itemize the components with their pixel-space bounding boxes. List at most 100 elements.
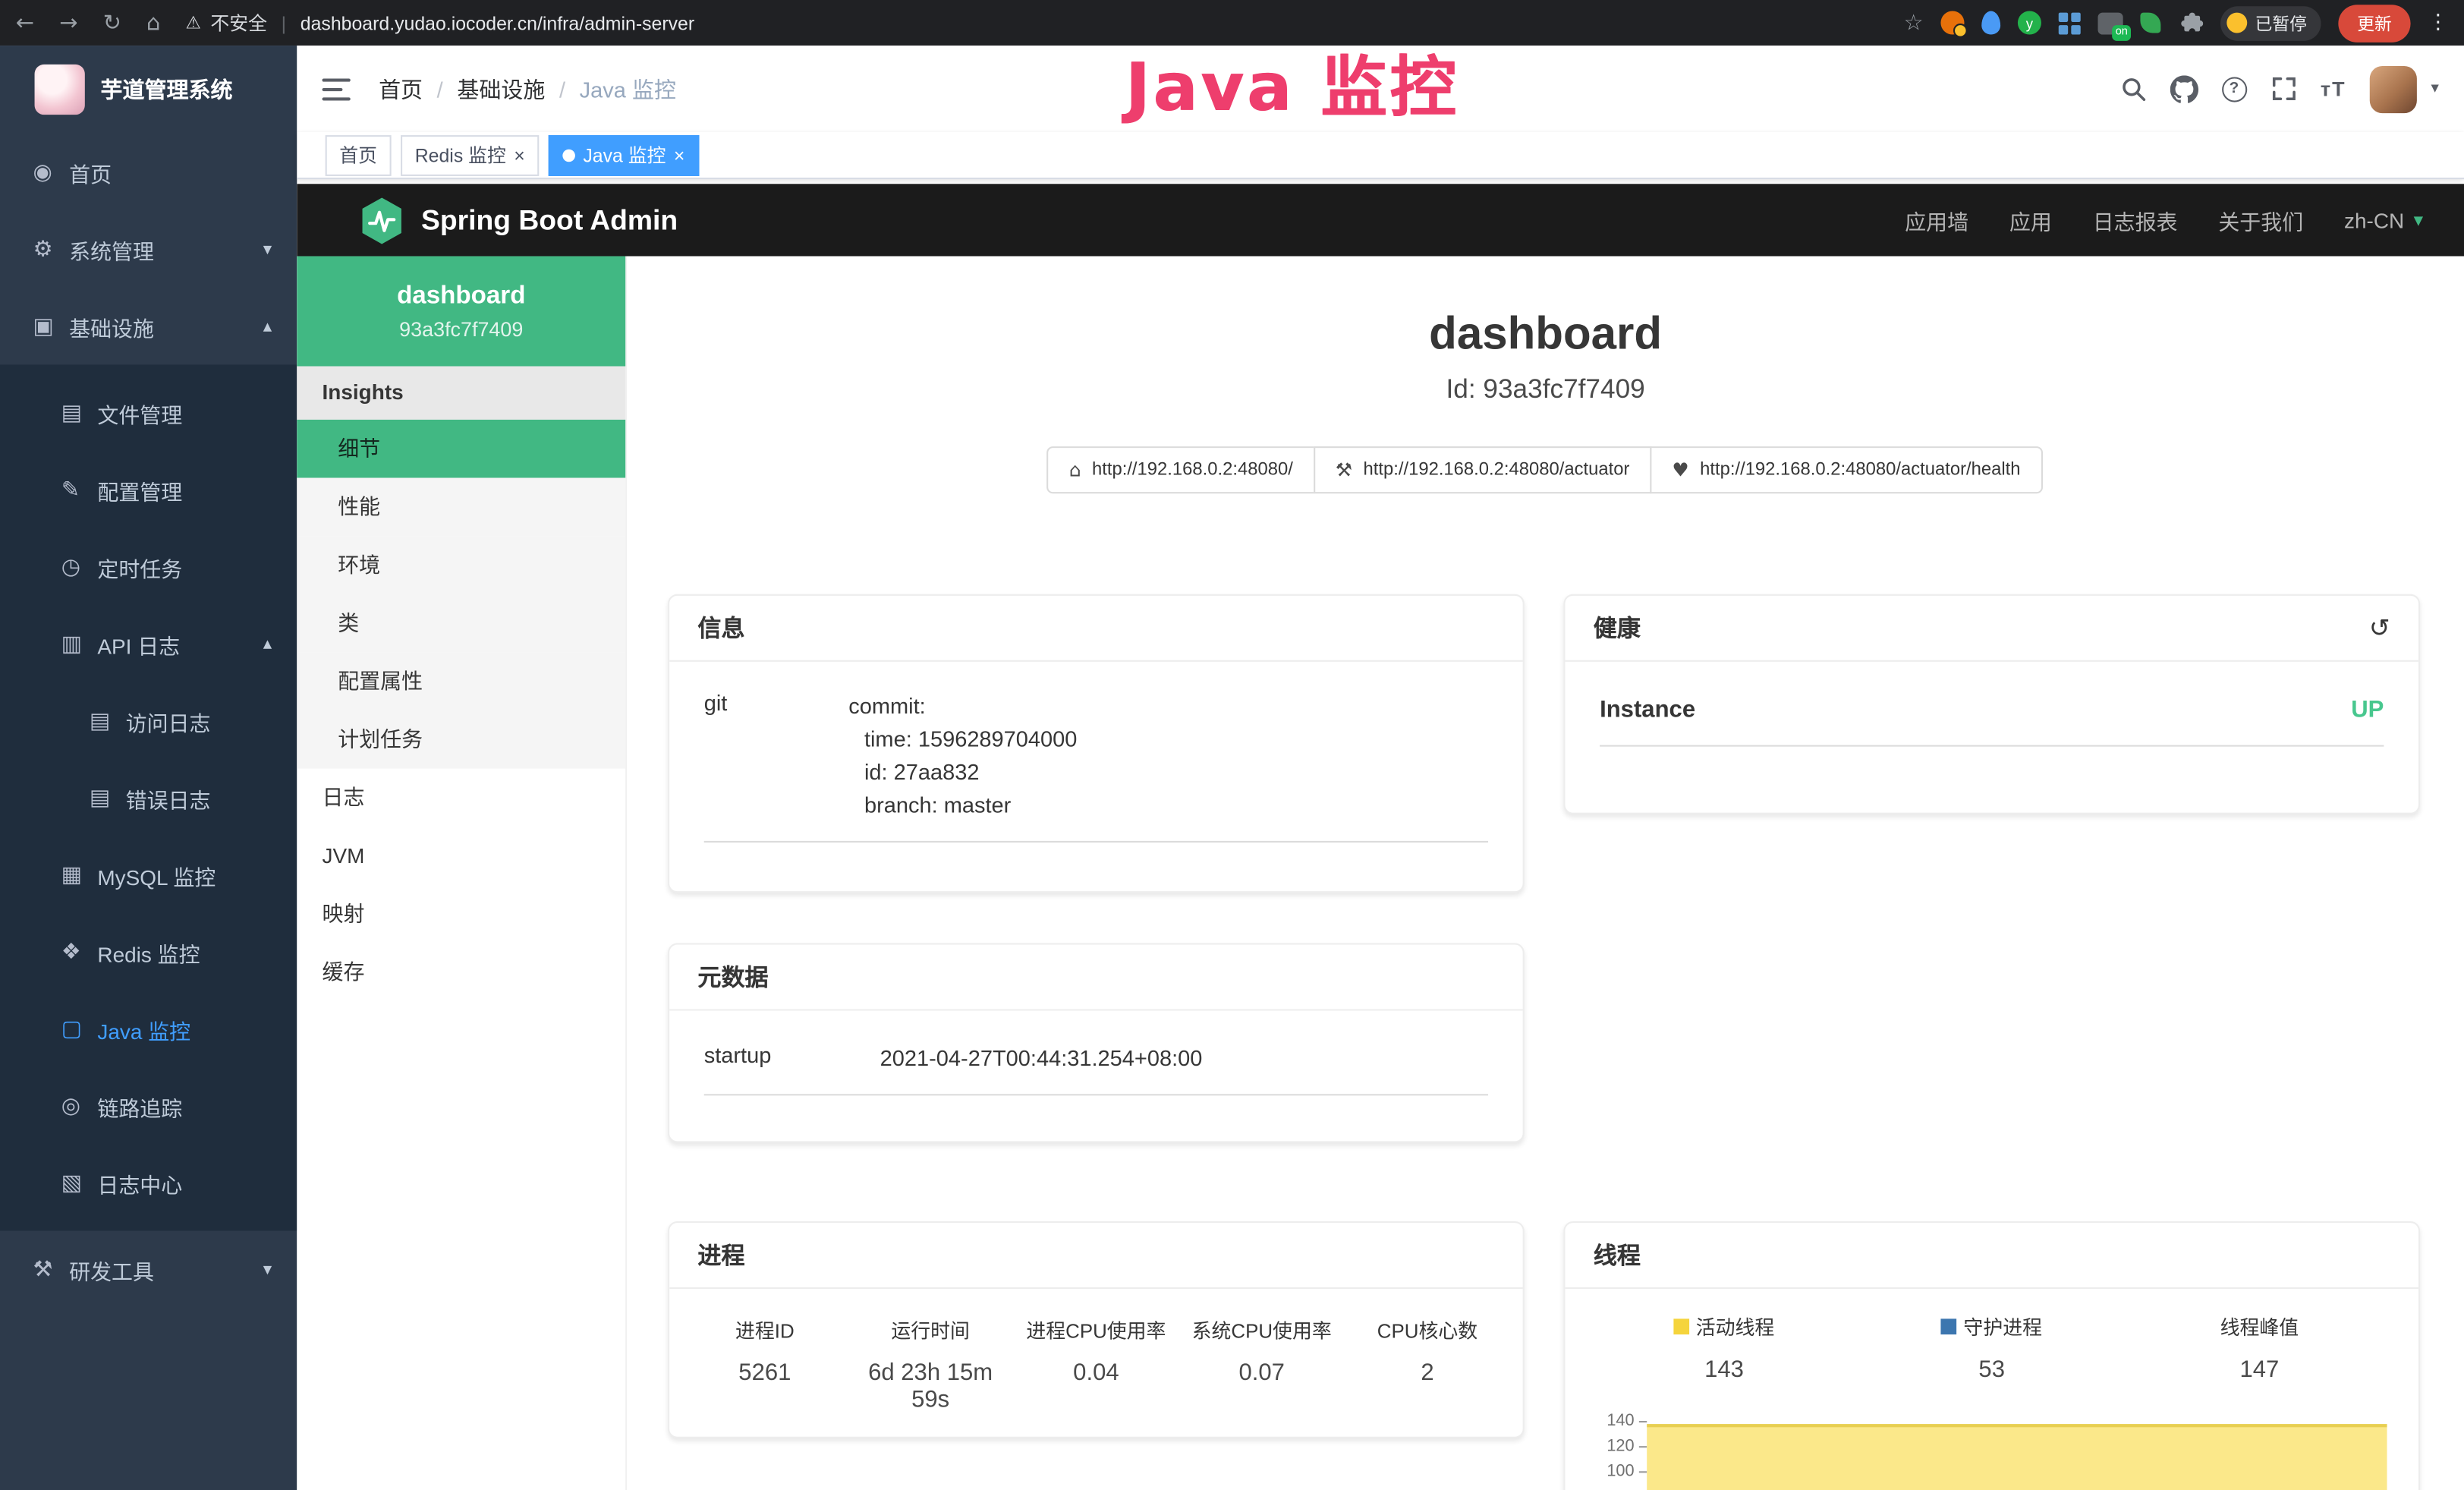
service-url-button[interactable]: ⌂ http://192.168.0.2:48080/	[1047, 446, 1315, 493]
reload-icon[interactable]: ↻	[103, 10, 121, 35]
sba-nav-journal[interactable]: 日志报表	[2093, 204, 2178, 235]
app-logo-row[interactable]: 芋道管理系统	[0, 46, 297, 134]
extension-icon-orange[interactable]	[1940, 11, 1964, 34]
breadcrumb: 首页 / 基础设施 / Java 监控	[379, 73, 676, 104]
browser-menu-icon[interactable]: ⋮	[2428, 11, 2448, 34]
process-col-pid: 进程ID 5261	[682, 1314, 848, 1413]
sba-item-mappings[interactable]: 映射	[297, 885, 625, 943]
threads-chart: 140 120 100	[1591, 1408, 2393, 1490]
sidebar-item-access-logs[interactable]: ▤ 访问日志	[0, 682, 297, 759]
breadcrumb-infrastructure[interactable]: 基础设施	[457, 73, 545, 104]
sidebar-item-dev-tools[interactable]: ⚒ 研发工具 ▾	[0, 1230, 297, 1307]
sidebar-item-label: 系统管理	[69, 234, 154, 265]
user-avatar[interactable]	[2370, 65, 2417, 112]
metadata-row-startup: startup 2021-04-27T00:44:31.254+08:00	[704, 1042, 1488, 1095]
file-icon: ▤	[61, 400, 98, 425]
legend-label: 守护进程	[1963, 1311, 2042, 1340]
security-label[interactable]: 不安全	[210, 9, 267, 36]
actuator-url-button[interactable]: ⚒ http://192.168.0.2:48080/actuator	[1314, 446, 1652, 493]
sidebar-item-scheduled-jobs[interactable]: ◷ 定时任务	[0, 528, 297, 605]
health-card: 健康 ↺ Instance UP	[1563, 594, 2420, 814]
sidebar-item-system-management[interactable]: ⚙ 系统管理 ▾	[0, 210, 297, 287]
back-icon[interactable]: ←	[16, 10, 34, 35]
legend-label: 活动线程	[1696, 1311, 1775, 1340]
browser-home-icon[interactable]: ⌂	[146, 10, 160, 35]
sba-body: dashboard 93a3fc7f7409 Insights 细节 性能 环境…	[297, 257, 2464, 1490]
sidebar-item-label: MySQL 监控	[97, 859, 216, 890]
extension-icon-leaf[interactable]	[2140, 13, 2160, 33]
timer-icon: ◷	[61, 554, 98, 579]
sba-locale-select[interactable]: zh-CN ▾	[2344, 208, 2423, 232]
warning-icon: ⚠	[186, 13, 201, 33]
avatar-caret-icon[interactable]: ▾	[2431, 80, 2438, 98]
sidebar-item-infrastructure[interactable]: ▣ 基础设施 ▴	[0, 288, 297, 364]
profile-paused-badge[interactable]: 已暂停	[2220, 5, 2321, 40]
sidebar-item-label: 日志中心	[97, 1167, 182, 1199]
hamburger-icon[interactable]	[323, 78, 351, 100]
sba-item-jvm[interactable]: JVM	[297, 827, 625, 885]
instance-subtitle: Id: 93a3fc7f7409	[627, 374, 2464, 405]
sidebar-item-api-logs[interactable]: ▥ API 日志 ▴	[0, 605, 297, 682]
sidebar-item-label: 文件管理	[97, 397, 182, 428]
sidebar-item-home[interactable]: ◉ 首页	[0, 134, 297, 210]
sidebar-item-file-management[interactable]: ▤ 文件管理	[0, 374, 297, 451]
chrome-update-button[interactable]: 更新	[2338, 4, 2410, 42]
address-bar[interactable]: ⚠ 不安全 | dashboard.yudao.iocoder.cn/infra…	[186, 9, 695, 36]
sidebar-item-config-management[interactable]: ✎ 配置管理	[0, 451, 297, 528]
extension-icon-grid[interactable]	[2059, 12, 2081, 34]
instance-header[interactable]: dashboard 93a3fc7f7409	[297, 257, 625, 367]
extensions-puzzle-icon[interactable]	[2178, 10, 2203, 35]
chevron-up-icon: ▴	[263, 634, 272, 654]
process-value: 5261	[682, 1359, 848, 1386]
process-value: 6d 23h 15m 59s	[848, 1359, 1013, 1413]
sba-item-performance[interactable]: 性能	[297, 478, 625, 537]
url-text[interactable]: dashboard.yudao.iocoder.cn/infra/admin-s…	[301, 12, 694, 34]
sba-item-scheduled-tasks[interactable]: 计划任务	[297, 710, 625, 769]
history-icon[interactable]: ↺	[2369, 613, 2390, 643]
health-url-button[interactable]: ♥ http://192.168.0.2:48080/actuator/heal…	[1650, 446, 2042, 493]
sba-item-logs[interactable]: 日志	[297, 769, 625, 827]
sidebar-item-error-logs[interactable]: ▤ 错误日志	[0, 759, 297, 836]
fullscreen-icon[interactable]	[2270, 75, 2297, 102]
infrastructure-icon: ▣	[33, 313, 69, 339]
sidebar-item-redis-monitor[interactable]: ❖ Redis 监控	[0, 913, 297, 990]
sidebar-item-java-monitor[interactable]: ▢ Java 监控	[0, 991, 297, 1067]
sba-locale-value: zh-CN	[2344, 208, 2404, 232]
breadcrumb-separator: /	[559, 76, 565, 101]
chart-plot-area	[1647, 1408, 2387, 1490]
extension-icon-drop[interactable]	[1981, 11, 2000, 34]
legend-peak-threads: 线程峰值 147	[2126, 1311, 2393, 1383]
sba-item-environment[interactable]: 环境	[297, 536, 625, 594]
sidebar-item-mysql-monitor[interactable]: ▦ MySQL 监控	[0, 836, 297, 913]
sba-item-caches[interactable]: 缓存	[297, 943, 625, 1001]
tab-redis-monitor[interactable]: Redis 监控 ×	[401, 134, 539, 175]
sba-nav-wallboard[interactable]: 应用墙	[1905, 204, 1968, 235]
sba-nav-about[interactable]: 关于我们	[2218, 204, 2303, 235]
browser-window: ← → ↻ ⌂ ⚠ 不安全 | dashboard.yudao.iocoder.…	[0, 0, 2464, 1490]
sidebar-item-trace[interactable]: ◎ 链路追踪	[0, 1067, 297, 1144]
bookmark-star-icon[interactable]: ☆	[1904, 10, 1924, 35]
process-header: 系统CPU使用率	[1179, 1314, 1345, 1344]
sidebar-item-log-center[interactable]: ▧ 日志中心	[0, 1145, 297, 1221]
tab-home[interactable]: 首页	[326, 134, 392, 175]
instance-id: 93a3fc7f7409	[399, 317, 523, 340]
close-icon[interactable]: ×	[514, 143, 525, 165]
close-icon[interactable]: ×	[674, 143, 685, 165]
search-icon[interactable]	[2119, 75, 2146, 102]
sba-item-config-props[interactable]: 配置属性	[297, 652, 625, 710]
extension-icon-green[interactable]: y	[2018, 11, 2041, 34]
sba-item-classes[interactable]: 类	[297, 594, 625, 653]
help-icon[interactable]: ?	[2221, 76, 2246, 101]
legend-swatch-blue	[1941, 1318, 1957, 1334]
forward-icon[interactable]: →	[59, 10, 77, 35]
font-size-icon[interactable]: тT	[2321, 77, 2346, 100]
tab-label: 首页	[339, 141, 377, 168]
extension-icon-switch[interactable]: on	[2098, 12, 2123, 34]
tab-java-monitor[interactable]: Java 监控 ×	[549, 134, 699, 175]
sba-nav-applications[interactable]: 应用	[2009, 204, 2052, 235]
sba-item-details[interactable]: 细节	[297, 420, 625, 478]
breadcrumb-home[interactable]: 首页	[379, 73, 423, 104]
cards-grid: 信息 git commit: time: 1596289704000 id: 2	[627, 594, 2464, 1490]
sba-brand[interactable]: Spring Boot Admin	[360, 196, 678, 244]
github-icon[interactable]	[2170, 74, 2198, 102]
